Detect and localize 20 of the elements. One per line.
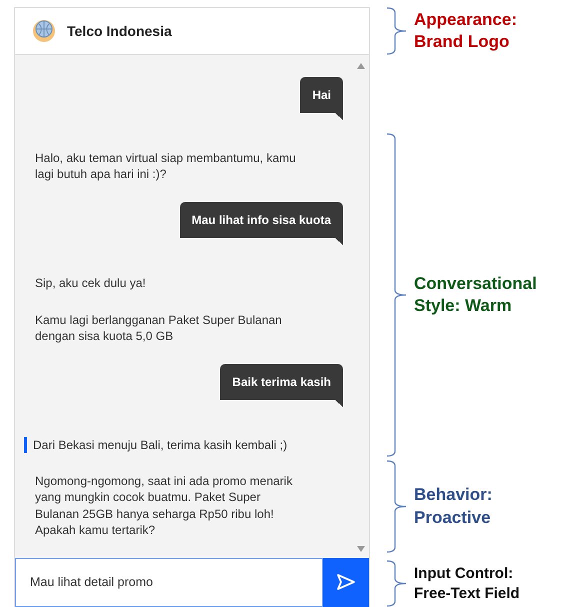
- send-button[interactable]: [323, 558, 369, 607]
- scroll-up-icon[interactable]: [357, 63, 365, 70]
- bot-message: Sip, aku cek dulu ya!: [35, 275, 147, 292]
- bot-message: Halo, aku teman virtual siap membantumu, kamu lagi butuh apa hari ini :)?: [35, 150, 297, 182]
- message-input[interactable]: Mau lihat detail promo: [15, 558, 323, 607]
- bot-message: Dari Bekasi menuju Bali, terima kasih kembali ;): [24, 437, 294, 454]
- brace: [386, 7, 408, 55]
- annotation-label: Input Control: Free-Text Field: [414, 564, 521, 603]
- user-message: Mau lihat info sisa kuota: [180, 202, 343, 246]
- brand-name: Telco Indonesia: [67, 22, 172, 41]
- brace: [386, 560, 408, 607]
- bot-message: Kamu lagi berlangganan Paket Super Bulanan dengan sisa kuota 5,0 GB: [35, 312, 283, 344]
- user-message: Baik terima kasih: [220, 364, 343, 408]
- send-icon: [336, 573, 356, 592]
- bot-message: Ngomong-ngomong, saat ini ada promo menarik yang mungkin cocok buatmu. Paket Super Bulanan 25GB hanya seharga Rp50 ribu loh! Apakah kamu tertarik?: [35, 473, 294, 538]
- annotation-label: Appearance: Brand Logo: [414, 8, 518, 53]
- scroll-down-icon[interactable]: [357, 546, 365, 552]
- annotation-label: Conversational Style: Warm: [414, 272, 538, 317]
- user-message: Hai: [300, 77, 343, 120]
- annotation-label: Behavior: Proactive: [414, 484, 494, 528]
